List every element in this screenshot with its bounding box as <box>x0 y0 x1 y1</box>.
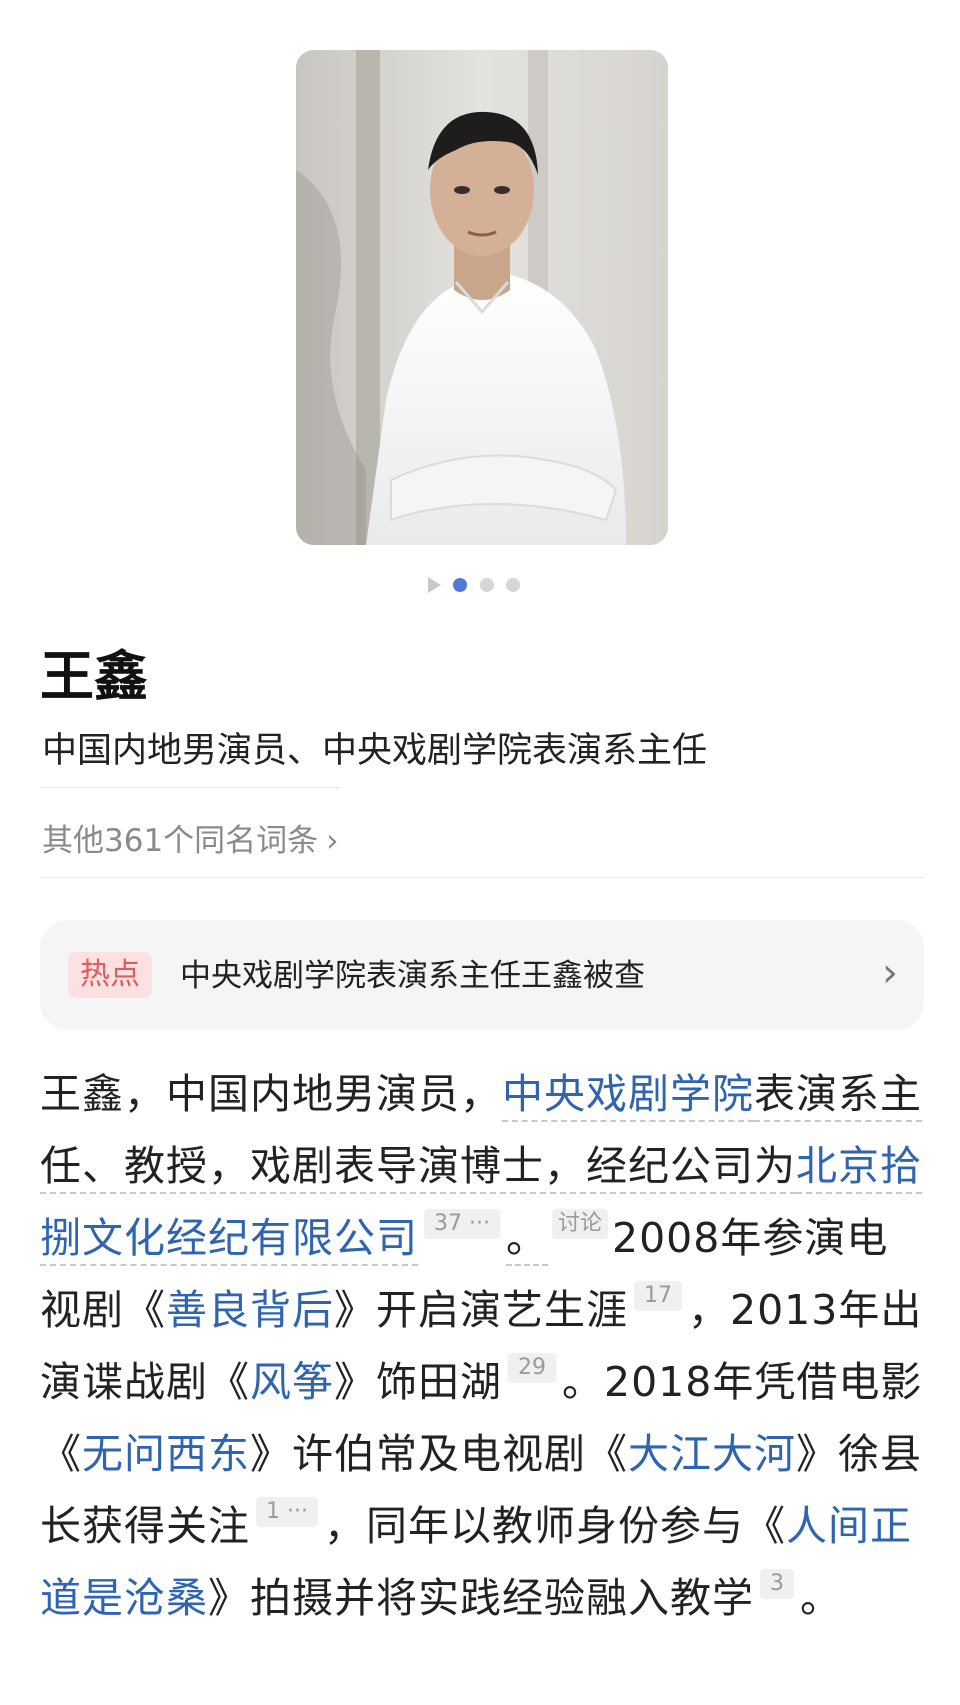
reference-badge[interactable]: 29 <box>508 1353 556 1383</box>
divider <box>40 877 924 878</box>
summary-text: 。 <box>505 1214 548 1266</box>
summary-text: 》饰田湖 <box>334 1358 502 1406</box>
link-drama-fengzheng[interactable]: 风筝 <box>250 1358 334 1408</box>
gallery-pagination <box>0 574 960 594</box>
other-entries-link[interactable]: 其他361个同名词条 › <box>42 815 339 860</box>
entry-summary: 王鑫，中国内地男演员，中央戏剧学院表演系主任、教授，戏剧表导演博士，经纪公司为北… <box>40 1058 924 1634</box>
summary-text: 》许伯常及电视剧《 <box>250 1430 628 1478</box>
pagination-dot[interactable] <box>480 578 494 592</box>
link-drama-dajiangdahe[interactable]: 大江大河 <box>628 1430 796 1480</box>
summary-text: 》开启演艺生涯 <box>334 1286 628 1334</box>
portrait-photo[interactable] <box>296 50 668 545</box>
divider <box>40 787 340 788</box>
chevron-right-icon: › <box>882 950 898 996</box>
hot-badge: 热点 <box>68 952 152 998</box>
link-central-academy-of-drama[interactable]: 中央戏剧学院 <box>502 1070 754 1122</box>
link-film-wuwenxidong[interactable]: 无问西东 <box>82 1430 250 1480</box>
pagination-dot-active[interactable] <box>453 578 467 592</box>
summary-text: 王鑫，中国内地男演员， <box>40 1070 502 1118</box>
summary-text: ，同年以教师身份参与《 <box>323 1502 786 1550</box>
hot-news-text: 中央戏剧学院表演系主任王鑫被查 <box>180 958 645 994</box>
pagination-dot[interactable] <box>506 578 520 592</box>
reference-badge[interactable]: 1 ··· <box>256 1497 318 1527</box>
other-entries-label: 其他361个同名词条 <box>42 823 319 859</box>
entry-subtitle: 中国内地男演员、中央戏剧学院表演系主任 <box>42 731 708 771</box>
hot-news-card[interactable]: 热点 中央戏剧学院表演系主任王鑫被查 › <box>40 920 924 1030</box>
link-drama-shanliang[interactable]: 善良背后 <box>166 1286 334 1336</box>
summary-text: 》拍摄并将实践经验融入教学 <box>208 1574 754 1622</box>
discussion-badge[interactable]: 讨论 <box>551 1209 608 1239</box>
chevron-right-icon: › <box>326 823 339 859</box>
play-icon[interactable] <box>428 577 441 593</box>
page-title: 王鑫 <box>40 645 148 708</box>
reference-badge[interactable]: 17 <box>634 1281 682 1311</box>
summary-text: 。 <box>800 1574 842 1622</box>
reference-badge[interactable]: 3 <box>760 1569 794 1599</box>
reference-badge[interactable]: 37 ··· <box>424 1209 500 1239</box>
